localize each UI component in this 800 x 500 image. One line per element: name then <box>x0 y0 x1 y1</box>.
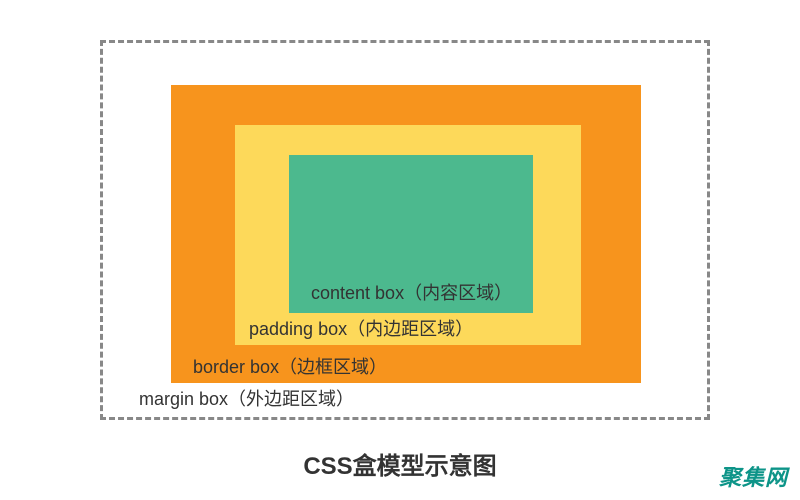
content-box: content box（内容区域） <box>289 155 533 313</box>
watermark: 聚集网 <box>719 460 788 492</box>
padding-box: content box（内容区域） padding box（内边距区域） <box>235 125 581 345</box>
padding-box-label: padding box（内边距区域） <box>249 315 473 341</box>
margin-box: content box（内容区域） padding box（内边距区域） bor… <box>100 40 710 420</box>
margin-box-label: margin box（外边距区域） <box>139 385 354 411</box>
diagram-title: CSS盒模型示意图 <box>0 446 800 481</box>
border-box-label: border box（边框区域） <box>193 353 387 379</box>
border-box: content box（内容区域） padding box（内边距区域） bor… <box>171 85 641 383</box>
content-box-label: content box（内容区域） <box>311 279 512 305</box>
